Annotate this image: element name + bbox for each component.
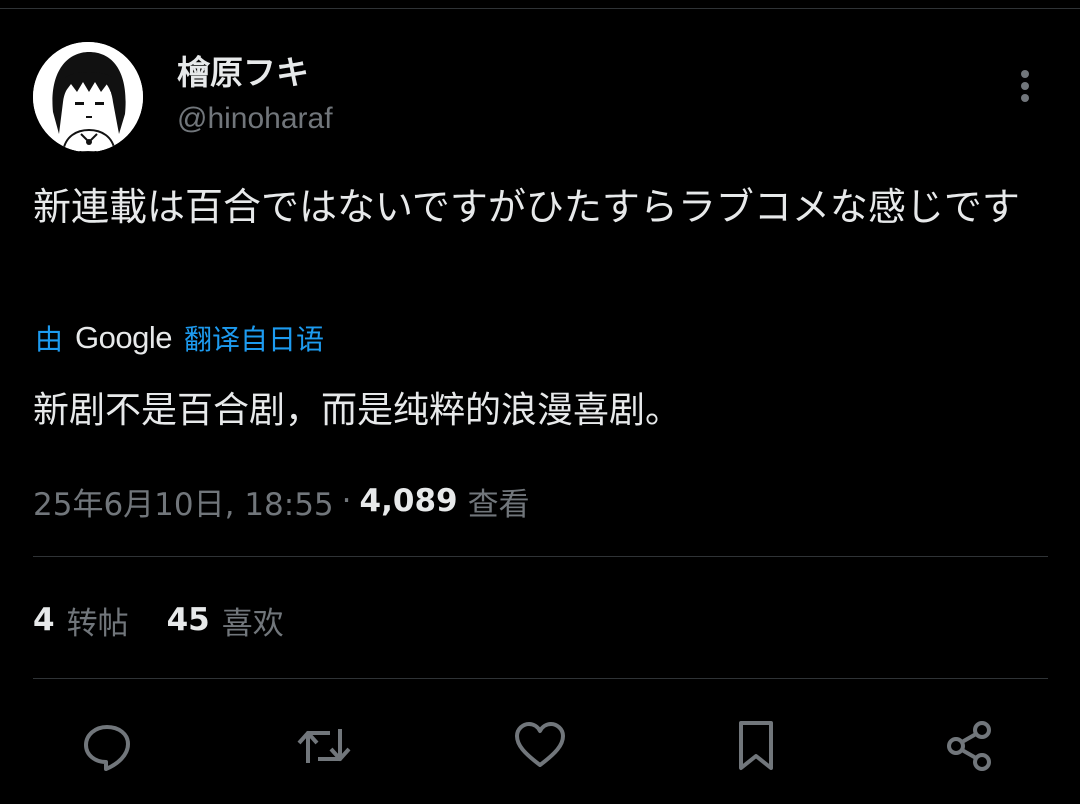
- share-icon: [947, 721, 991, 771]
- retweets-stat[interactable]: 4 转帖: [33, 598, 129, 643]
- reply-icon: [84, 725, 130, 771]
- views-count: 4,089: [359, 483, 458, 519]
- like-button[interactable]: [510, 716, 570, 776]
- likes-count: 45: [166, 602, 210, 638]
- likes-label: 喜欢: [221, 605, 284, 642]
- avatar-image: [33, 42, 143, 152]
- divider: [33, 556, 1048, 557]
- heart-icon: [515, 722, 565, 767]
- bookmark-button[interactable]: [726, 716, 786, 776]
- timestamp[interactable]: 25年6月10日, 18:55: [33, 479, 334, 524]
- retweet-icon: [297, 729, 351, 763]
- retweets-label: 转帖: [66, 605, 129, 642]
- likes-stat[interactable]: 45 喜欢: [167, 598, 284, 643]
- translated-text: 新剧不是百合剧，而是纯粹的浪漫喜剧。: [33, 390, 682, 431]
- display-name[interactable]: 檜原フキ: [177, 52, 309, 94]
- tweet-meta: 25年6月10日, 18:55 · 4,089 查看: [33, 478, 530, 524]
- user-handle[interactable]: @hinoharaf: [177, 100, 333, 138]
- retweets-count: 4: [33, 602, 55, 638]
- engagement-stats: 4 转帖 45 喜欢: [33, 598, 322, 642]
- views-label: 查看: [467, 486, 530, 523]
- more-vertical-icon: [1021, 70, 1029, 102]
- divider: [33, 678, 1048, 679]
- tweet-text: 新連載は百合ではないですがひたすらラブコメな感じです: [33, 185, 1020, 229]
- google-logo-text: Google: [75, 320, 172, 355]
- share-button[interactable]: [940, 716, 1000, 776]
- translation-attribution[interactable]: 由 Google 翻译自日语: [35, 316, 324, 360]
- meta-separator: ·: [341, 483, 352, 519]
- translation-source-label[interactable]: 翻译自日语: [184, 318, 324, 358]
- retweet-button[interactable]: [294, 716, 354, 776]
- reply-button[interactable]: [77, 716, 137, 776]
- avatar[interactable]: [33, 42, 143, 152]
- bookmark-icon: [739, 721, 773, 770]
- more-options-button[interactable]: [1008, 66, 1042, 106]
- top-divider: [0, 8, 1080, 9]
- translation-prefix: 由: [35, 323, 64, 356]
